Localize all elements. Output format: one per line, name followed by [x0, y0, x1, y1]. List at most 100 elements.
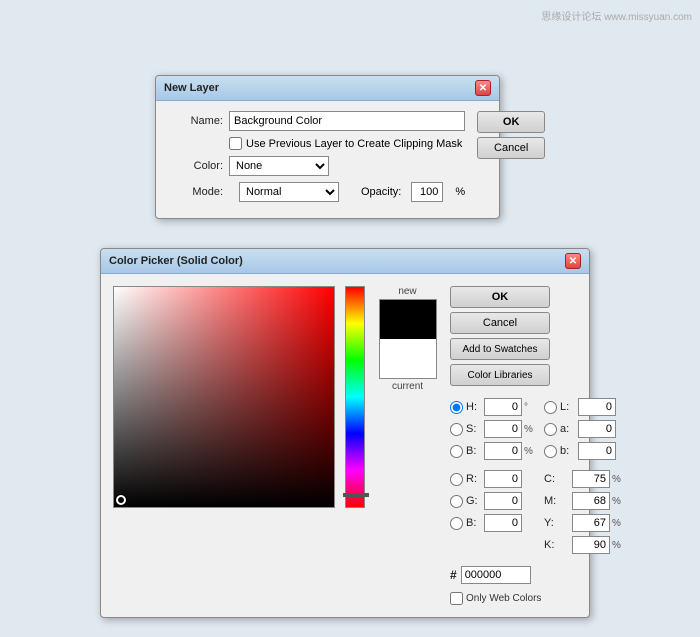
cp-fields-right: L: a: b:: [544, 398, 624, 558]
new-layer-buttons: OK Cancel: [477, 111, 545, 159]
new-layer-close-button[interactable]: ✕: [475, 80, 491, 96]
c-field-row: C: %: [544, 470, 624, 488]
cp-action-buttons: OK Cancel Add to Swatches Color Librarie…: [450, 286, 624, 386]
opacity-unit: %: [455, 186, 465, 198]
new-layer-body: Name: Use Previous Layer to Create Clipp…: [156, 101, 499, 218]
b-unit: %: [524, 446, 536, 457]
color-picker-right-panel: OK Cancel Add to Swatches Color Librarie…: [450, 286, 624, 605]
k-unit: %: [612, 540, 624, 551]
new-layer-titlebar: New Layer ✕: [156, 76, 499, 101]
r-radio[interactable]: [450, 473, 463, 486]
color-picker-titlebar: Color Picker (Solid Color) ✕: [101, 249, 589, 274]
h-unit: °: [524, 402, 536, 413]
cp-fields-left: H: ° S: %: [450, 398, 536, 558]
y-field-row: Y: %: [544, 514, 624, 532]
h-field-row: H: °: [450, 398, 536, 416]
opacity-input[interactable]: [411, 182, 443, 202]
color-select[interactable]: None: [229, 156, 329, 176]
b-label: B:: [466, 445, 484, 457]
name-input[interactable]: [229, 111, 465, 131]
m-unit: %: [612, 496, 624, 507]
hex-input[interactable]: [461, 566, 531, 584]
rgb-b-field-row: B:: [450, 514, 536, 532]
color-picker-close-button[interactable]: ✕: [565, 253, 581, 269]
cp-color-libraries-button[interactable]: Color Libraries: [450, 364, 550, 386]
y-input[interactable]: [572, 514, 610, 532]
main-background: 思缘设计论坛 www.missyuan.com Swatches New Lay…: [0, 0, 700, 637]
spectrum-cursor: [343, 493, 369, 497]
a-label: a:: [560, 423, 578, 435]
c-unit: %: [612, 474, 624, 485]
mode-row: Mode: Normal Opacity: %: [168, 182, 465, 202]
y-unit: %: [612, 518, 624, 529]
lab-b-label: b:: [560, 445, 578, 457]
lab-b-radio[interactable]: [544, 445, 557, 458]
g-radio[interactable]: [450, 495, 463, 508]
mode-label: Mode:: [168, 186, 223, 198]
hex-row: #: [450, 566, 624, 584]
color-picker-title: Color Picker (Solid Color): [109, 255, 243, 267]
rgb-b-label: B:: [466, 517, 484, 529]
g-field-row: G:: [450, 492, 536, 510]
s-field-row: S: %: [450, 420, 536, 438]
new-layer-dialog: New Layer ✕ Name: Use Previous Layer to …: [155, 75, 500, 219]
k-label: K:: [544, 539, 572, 551]
l-input[interactable]: [578, 398, 616, 416]
color-picker-dialog: Color Picker (Solid Color) ✕ new cu: [100, 248, 590, 618]
color-picker-body: new current OK Cancel Add to Swatches Co…: [101, 274, 589, 617]
s-label: S:: [466, 423, 484, 435]
spectrum-slider[interactable]: [345, 286, 365, 508]
name-row: Name:: [168, 111, 465, 131]
hex-label: #: [450, 568, 457, 582]
g-input[interactable]: [484, 492, 522, 510]
only-web-colors-row: Only Web Colors: [450, 592, 624, 605]
m-label: M:: [544, 495, 572, 507]
k-field-row: K: %: [544, 536, 624, 554]
b-input[interactable]: [484, 442, 522, 460]
color-gradient-square[interactable]: [113, 286, 335, 508]
cp-ok-button[interactable]: OK: [450, 286, 550, 308]
current-color-label: current: [392, 381, 423, 392]
r-input[interactable]: [484, 470, 522, 488]
s-unit: %: [524, 424, 536, 435]
h-input[interactable]: [484, 398, 522, 416]
current-color-swatch: [379, 339, 437, 379]
new-layer-ok-button[interactable]: OK: [477, 111, 545, 133]
clipping-mask-checkbox[interactable]: [229, 137, 242, 150]
s-input[interactable]: [484, 420, 522, 438]
a-field-row: a:: [544, 420, 624, 438]
color-label: Color:: [168, 160, 223, 172]
c-input[interactable]: [572, 470, 610, 488]
rgb-b-input[interactable]: [484, 514, 522, 532]
b-field-row: B: %: [450, 442, 536, 460]
a-input[interactable]: [578, 420, 616, 438]
new-color-swatch: [379, 299, 437, 339]
cp-add-swatches-button[interactable]: Add to Swatches: [450, 338, 550, 360]
watermark: 思缘设计论坛 www.missyuan.com: [541, 8, 692, 23]
color-preview-area: new current: [375, 286, 440, 605]
new-layer-cancel-button[interactable]: Cancel: [477, 137, 545, 159]
only-web-colors-checkbox[interactable]: [450, 592, 463, 605]
new-layer-title: New Layer: [164, 82, 219, 94]
l-label: L:: [560, 401, 578, 413]
clipping-mask-label: Use Previous Layer to Create Clipping Ma…: [246, 138, 462, 150]
rgb-b-radio[interactable]: [450, 517, 463, 530]
cp-cancel-button[interactable]: Cancel: [450, 312, 550, 334]
k-input[interactable]: [572, 536, 610, 554]
h-radio[interactable]: [450, 401, 463, 414]
b-radio[interactable]: [450, 445, 463, 458]
cp-fields: H: ° S: %: [450, 398, 624, 558]
r-label: R:: [466, 473, 484, 485]
r-field-row: R:: [450, 470, 536, 488]
y-label: Y:: [544, 517, 572, 529]
a-radio[interactable]: [544, 423, 557, 436]
m-field-row: M: %: [544, 492, 624, 510]
l-radio[interactable]: [544, 401, 557, 414]
h-label: H:: [466, 401, 484, 413]
only-web-colors-label: Only Web Colors: [466, 593, 541, 604]
m-input[interactable]: [572, 492, 610, 510]
lab-b-input[interactable]: [578, 442, 616, 460]
mode-select[interactable]: Normal: [239, 182, 339, 202]
s-radio[interactable]: [450, 423, 463, 436]
new-color-label: new: [398, 286, 416, 297]
